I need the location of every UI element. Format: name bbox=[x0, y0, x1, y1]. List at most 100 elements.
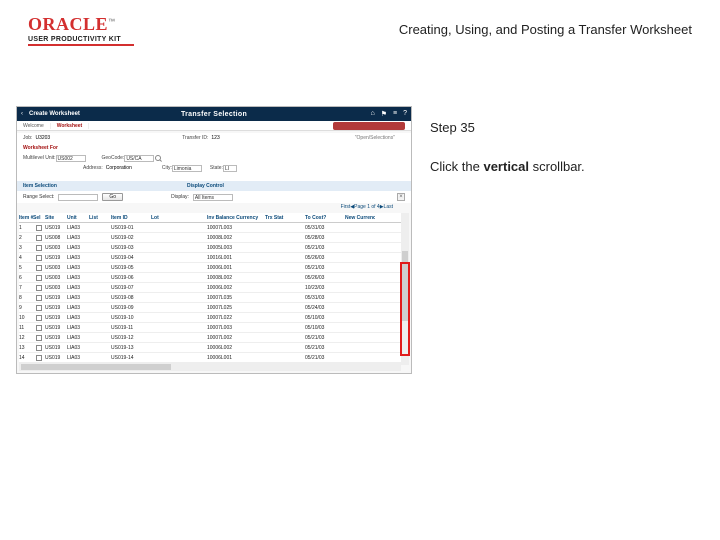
cell-site: US019 bbox=[45, 225, 67, 231]
row-checkbox[interactable] bbox=[36, 245, 42, 251]
col-lot[interactable]: Lot bbox=[151, 215, 207, 221]
items-table: Item # Sel Site Unit List Item ID Lot In… bbox=[19, 213, 401, 363]
logo-rule bbox=[28, 44, 134, 46]
col-unit[interactable]: Unit bbox=[67, 215, 89, 221]
step-instruction: Click the vertical scrollbar. bbox=[430, 159, 690, 174]
tab-worksheet[interactable]: Worksheet bbox=[51, 123, 89, 129]
cell-cost: 05/10/03 bbox=[305, 315, 345, 321]
row-checkbox[interactable] bbox=[36, 235, 42, 241]
worksheet-header-form: Job: U3203 Transfer ID: 123 "Open/Select… bbox=[17, 133, 411, 181]
menu-icon[interactable]: ≡ bbox=[393, 110, 397, 118]
col-sel[interactable]: Sel bbox=[33, 215, 45, 221]
row-checkbox[interactable] bbox=[36, 295, 42, 301]
row-checkbox[interactable] bbox=[36, 325, 42, 331]
range-select-label: Range Select: bbox=[23, 194, 54, 200]
cell-itemno: 8 bbox=[19, 295, 33, 301]
cell-itemno: 13 bbox=[19, 345, 33, 351]
row-checkbox[interactable] bbox=[36, 335, 42, 341]
table-row[interactable]: 10US019LIA03US019-1010007L02205/10/03 bbox=[19, 313, 401, 323]
cell-site: US003 bbox=[45, 265, 67, 271]
cell-unit: LIA03 bbox=[67, 225, 89, 231]
table-row[interactable]: 6US003LIA03US019-0610008L00205/26/03 bbox=[19, 273, 401, 283]
col-list[interactable]: List bbox=[89, 215, 111, 221]
row-checkbox[interactable] bbox=[36, 255, 42, 261]
close-icon[interactable]: × bbox=[397, 193, 405, 201]
logo-tm: ™ bbox=[108, 19, 115, 26]
row-checkbox[interactable] bbox=[36, 345, 42, 351]
section-worksheet-for: Worksheet For bbox=[17, 143, 411, 153]
cell-site: US019 bbox=[45, 345, 67, 351]
row-checkbox[interactable] bbox=[36, 265, 42, 271]
horizontal-scrollbar[interactable] bbox=[19, 363, 401, 371]
multilevel-unit-input[interactable]: US002 bbox=[56, 155, 86, 162]
go-button[interactable]: Go bbox=[102, 193, 123, 201]
cell-itemid: US019-04 bbox=[111, 255, 151, 261]
row-checkbox[interactable] bbox=[36, 225, 42, 231]
cell-lot: 10007L002 bbox=[207, 335, 265, 341]
help-icon[interactable]: ? bbox=[403, 110, 407, 118]
step-text-bold: vertical bbox=[483, 159, 529, 174]
col-new-cur[interactable]: New Currency bbox=[345, 215, 375, 221]
cell-lot: 10007L003 bbox=[207, 325, 265, 331]
home-icon[interactable]: ⌂ bbox=[370, 110, 374, 118]
cell-site: US019 bbox=[45, 325, 67, 331]
cell-itemno: 14 bbox=[19, 355, 33, 361]
cell-cost: 10/23/03 bbox=[305, 285, 345, 291]
cell-cost: 05/28/03 bbox=[305, 235, 345, 241]
address-value: Corporation bbox=[106, 165, 132, 171]
col-trx-stat[interactable]: Trx Stat bbox=[265, 215, 305, 221]
h-scroll-thumb[interactable] bbox=[21, 364, 171, 370]
range-select-input[interactable] bbox=[58, 194, 98, 201]
table-row[interactable]: 2US008LIA03US019-0210008L00205/28/03 bbox=[19, 233, 401, 243]
row-checkbox[interactable] bbox=[36, 355, 42, 361]
col-to-cost[interactable]: To Cost? bbox=[305, 215, 345, 221]
table-row[interactable]: 4US019LIA03US019-0410016L00105/26/03 bbox=[19, 253, 401, 263]
logo-brand: ORACLE bbox=[28, 14, 108, 34]
col-itemno[interactable]: Item # bbox=[19, 215, 33, 221]
cell-unit: LIA03 bbox=[67, 265, 89, 271]
cell-itemid: US019-08 bbox=[111, 295, 151, 301]
col-inv-bal[interactable]: Inv Balance Currency bbox=[207, 215, 265, 221]
cell-itemno: 4 bbox=[19, 255, 33, 261]
vertical-scrollbar[interactable] bbox=[401, 213, 409, 365]
cell-unit: LIA03 bbox=[67, 285, 89, 291]
table-row[interactable]: 12US019LIA03US019-1210007L00205/21/03 bbox=[19, 333, 401, 343]
col-site[interactable]: Site bbox=[45, 215, 67, 221]
display-select[interactable]: All Items bbox=[193, 194, 233, 201]
row-checkbox[interactable] bbox=[36, 305, 42, 311]
cell-cost: 05/21/03 bbox=[305, 265, 345, 271]
grid-paging[interactable]: First◀Page 1 of 4▶Last bbox=[341, 204, 393, 210]
table-row[interactable]: 9US019LIA03US019-0910007L02505/24/03 bbox=[19, 303, 401, 313]
row-checkbox[interactable] bbox=[36, 275, 42, 281]
tab-welcome[interactable]: Welcome bbox=[17, 123, 51, 129]
oracle-upk-logo: ORACLE™ USER PRODUCTIVITY KIT bbox=[28, 14, 121, 43]
table-row[interactable]: 8US019LIA03US019-0810007L03505/31/03 bbox=[19, 293, 401, 303]
state-input[interactable]: LI bbox=[223, 165, 237, 172]
row-checkbox[interactable] bbox=[36, 285, 42, 291]
filter-row: Range Select: Go Display: All Items bbox=[17, 191, 411, 203]
cell-itemid: US019-09 bbox=[111, 305, 151, 311]
table-row[interactable]: 1US019LIA03US019-0110007L00305/31/03 bbox=[19, 223, 401, 233]
city-input[interactable]: Limonia bbox=[172, 165, 202, 172]
row-checkbox[interactable] bbox=[36, 315, 42, 321]
table-row[interactable]: 11US019LIA03US019-1110007L00305/10/03 bbox=[19, 323, 401, 333]
cell-site: US019 bbox=[45, 295, 67, 301]
table-row[interactable]: 7US003LIA03US019-0710006L00210/23/03 bbox=[19, 283, 401, 293]
flag-icon[interactable]: ⚑ bbox=[381, 110, 387, 118]
cell-unit: LIA03 bbox=[67, 255, 89, 261]
cell-itemno: 9 bbox=[19, 305, 33, 311]
table-row[interactable]: 5US003LIA03US019-0510006L00105/21/03 bbox=[19, 263, 401, 273]
search-icon[interactable] bbox=[155, 155, 161, 161]
geocode-input[interactable]: US/CA bbox=[124, 155, 154, 162]
new-window-chip[interactable] bbox=[333, 122, 405, 130]
table-row[interactable]: 14US019LIA03US019-1410006L00105/21/03 bbox=[19, 353, 401, 363]
cell-itemno: 1 bbox=[19, 225, 33, 231]
cell-lot: 10005L003 bbox=[207, 245, 265, 251]
table-row[interactable]: 13US019LIA03US019-1310006L00205/21/03 bbox=[19, 343, 401, 353]
v-scroll-thumb[interactable] bbox=[402, 251, 408, 321]
table-row[interactable]: 3US003LIA03US019-0310005L00305/21/03 bbox=[19, 243, 401, 253]
cell-site: US019 bbox=[45, 315, 67, 321]
col-itemid[interactable]: Item ID bbox=[111, 215, 151, 221]
section-item-selection: Item Selection bbox=[17, 183, 57, 189]
cell-cost: 05/21/03 bbox=[305, 355, 345, 361]
